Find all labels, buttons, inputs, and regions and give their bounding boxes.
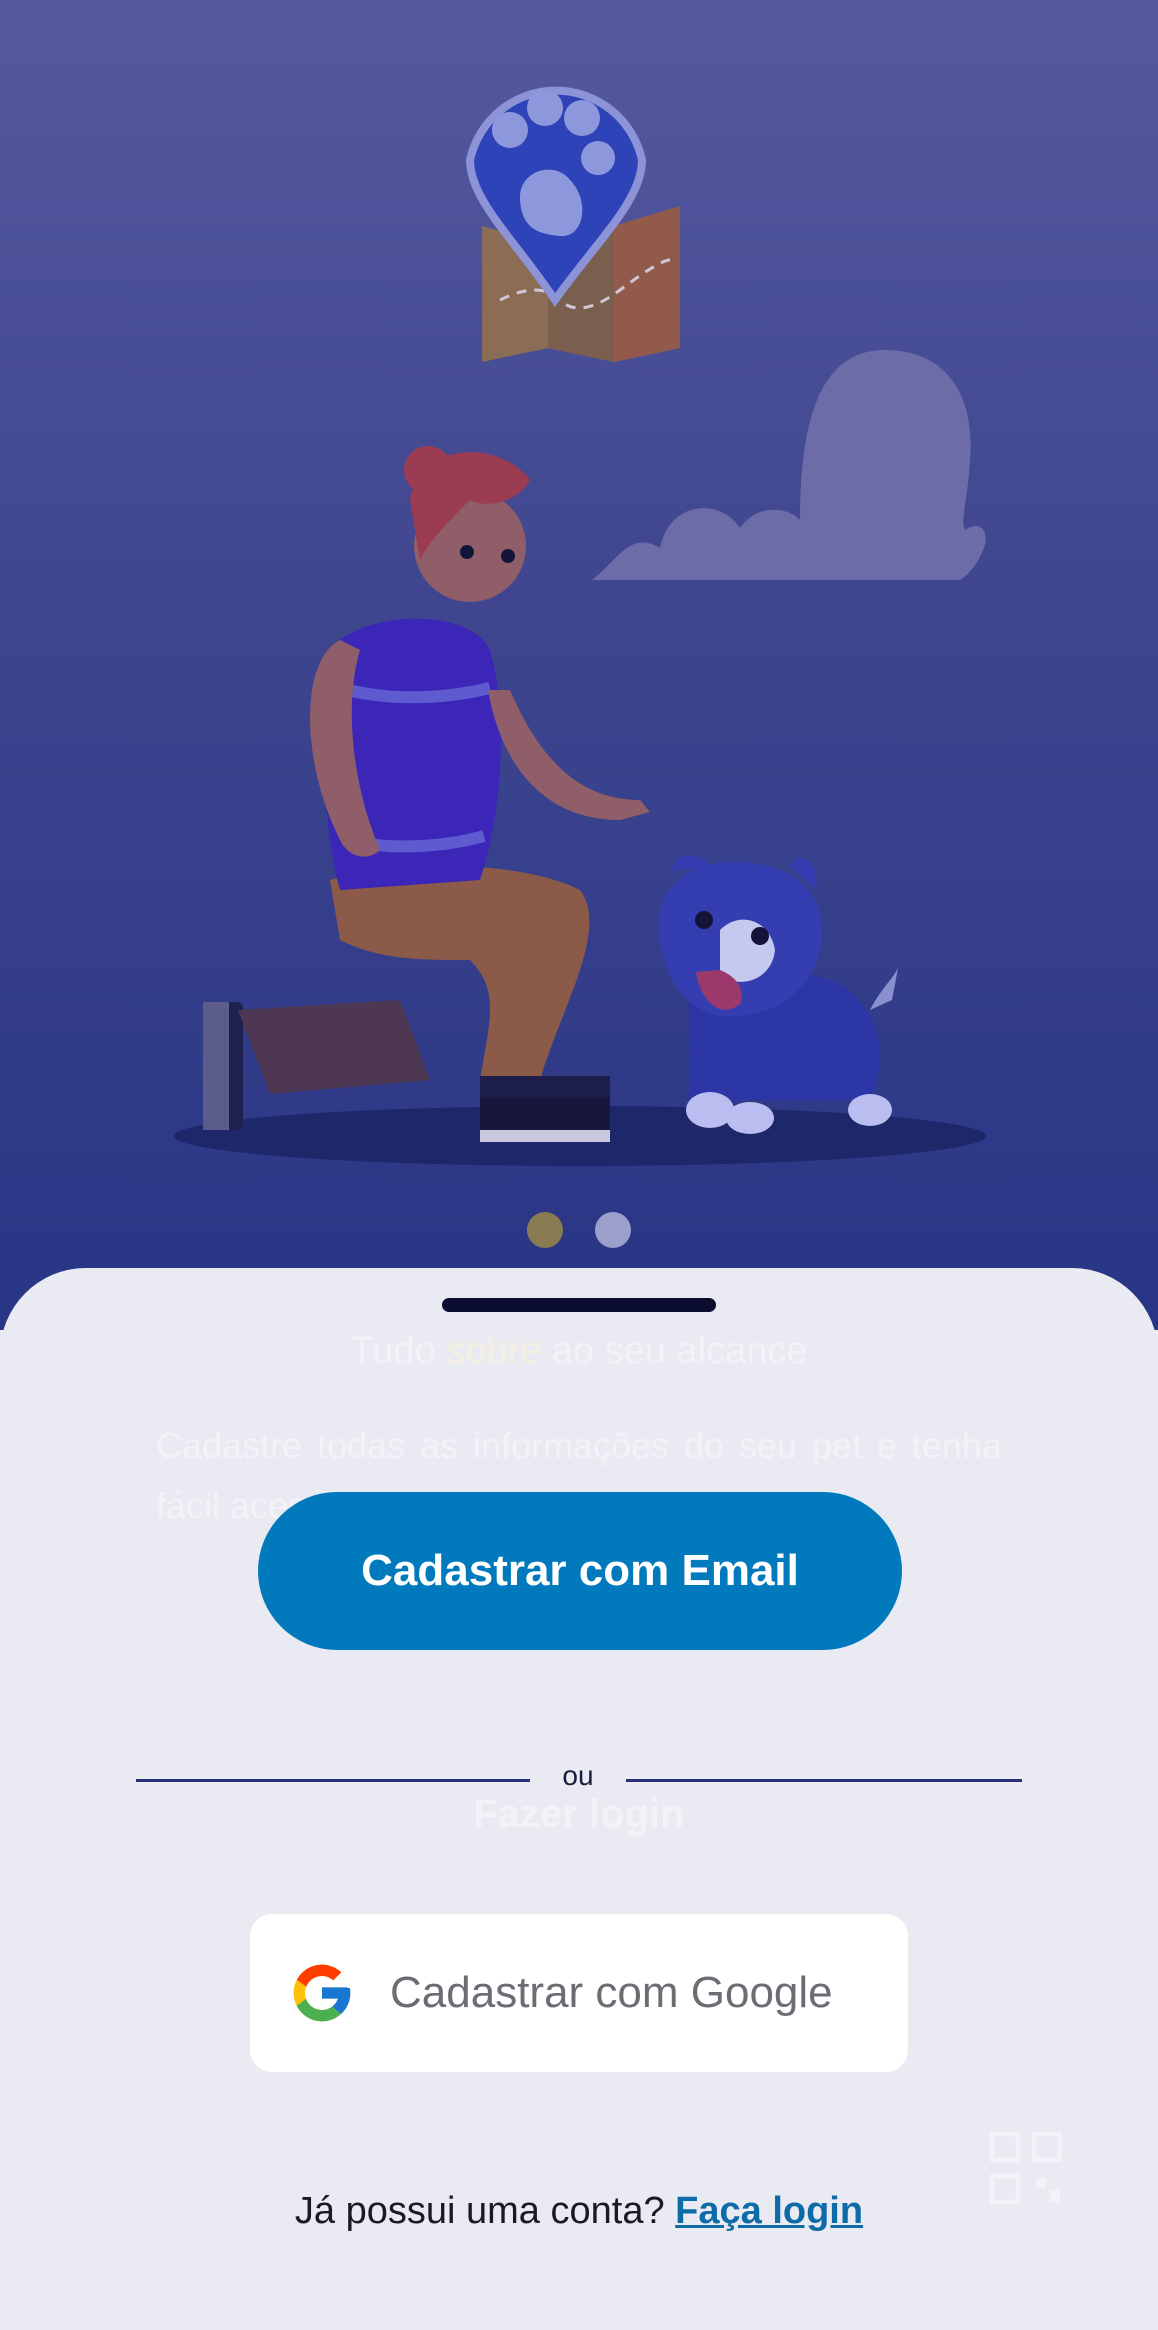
login-prompt: Já possui uma conta? Faça login	[0, 2190, 1158, 2233]
divider-or-text: ou	[562, 1760, 594, 1791]
login-prompt-text: Já possui uma conta?	[294, 2190, 665, 2232]
dog-figure	[658, 855, 898, 1134]
pagination-dot-2[interactable]	[595, 1212, 632, 1248]
divider-left	[136, 1779, 530, 1782]
sheet-drag-handle[interactable]	[442, 1298, 716, 1312]
pagination-dots[interactable]	[0, 1212, 1158, 1253]
login-link[interactable]: Faça login	[675, 2190, 863, 2232]
pagination-dot-1[interactable]	[526, 1212, 563, 1248]
divider-right	[626, 1779, 1022, 1782]
woman-dog-illustration	[174, 86, 986, 1166]
ghost-login-text: Fazer login	[473, 1792, 685, 1836]
google-g-icon	[293, 1964, 351, 2022]
onboarding-hero	[0, 0, 1158, 1330]
woman-figure	[203, 446, 650, 1142]
register-google-button[interactable]: Cadastrar com Google	[250, 1914, 908, 2072]
register-email-button[interactable]: Cadastrar com Email	[258, 1492, 902, 1650]
onboarding-title: Tudo sobre ao seu alcance	[350, 1330, 808, 1372]
google-button-label: Cadastrar com Google	[390, 1968, 833, 2017]
cloud-icon	[592, 350, 986, 580]
